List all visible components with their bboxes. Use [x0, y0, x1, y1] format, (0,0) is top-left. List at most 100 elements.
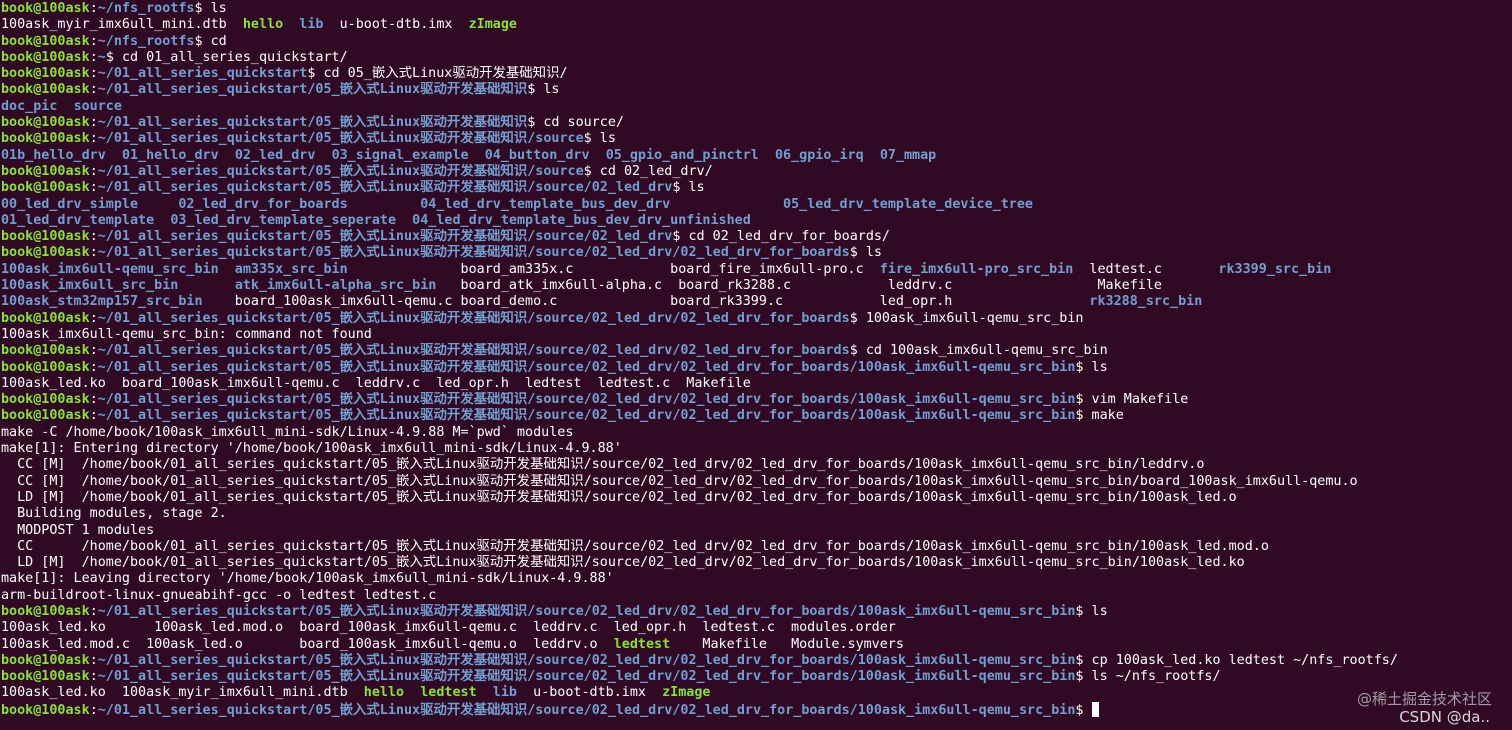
- prompt-symbol: $: [194, 33, 211, 49]
- output-text: 100ask_led.ko 100ask_led.mod.o board_100…: [1, 620, 896, 636]
- prompt-line: book@100ask:~/01_all_series_quickstart/0…: [1, 245, 1511, 261]
- prompt-user: book@100ask: [1, 229, 90, 245]
- command-text: ls: [1091, 359, 1108, 375]
- executable-entry: zImage: [468, 17, 517, 33]
- prompt-line: book@100ask:~/01_all_series_quickstart/0…: [1, 408, 1511, 424]
- directory-entry: rk3399_src_bin: [1218, 261, 1332, 277]
- directory-entry: 100ask_stm32mp157_src_bin: [1, 294, 203, 310]
- directory-entry: source: [73, 98, 122, 114]
- prompt-separator: :: [89, 115, 98, 131]
- output-text: make -C /home/book/100ask_imx6ull_mini-s…: [1, 424, 574, 440]
- prompt-symbol: $: [1075, 652, 1092, 668]
- output-text: 100ask_led.ko 100ask_myir_imx6ull_mini.d…: [1, 685, 364, 701]
- output-line: 01_led_drv_template 03_led_drv_template_…: [1, 213, 1511, 229]
- prompt-path: ~/nfs_rootfs: [97, 33, 195, 49]
- directory-entry: lib: [492, 685, 517, 701]
- prompt-line: book@100ask:~/01_all_series_quickstart/0…: [1, 229, 1511, 245]
- prompt-separator: :: [89, 229, 98, 245]
- output-line: MODPOST 1 modules: [1, 523, 1511, 539]
- prompt-path: ~/01_all_series_quickstart/05_嵌入式Linux驱动…: [97, 702, 1076, 718]
- prompt-line: book@100ask:~/01_all_series_quickstart/0…: [1, 115, 1511, 131]
- text-cursor[interactable]: [1091, 701, 1099, 717]
- directory-entry: 01_led_drv_template: [1, 212, 155, 228]
- output-line: CC [M] /home/book/01_all_series_quicksta…: [1, 457, 1511, 473]
- output-line: 100ask_stm32mp157_src_bin board_100ask_i…: [1, 294, 1511, 310]
- output-text: board_demo.c: [460, 294, 558, 310]
- command-text: cd 02_led_drv/: [599, 163, 713, 179]
- watermark: @稀土掘金技术社区 CSDN @da..: [1357, 690, 1492, 726]
- prompt-path: ~/01_all_series_quickstart/05_嵌入式Linux驱动…: [97, 392, 1076, 408]
- prompt-path: ~/01_all_series_quickstart/05_嵌入式Linux驱动…: [97, 245, 850, 261]
- output-text: 100ask_myir_imx6ull_mini.dtb: [1, 17, 227, 33]
- output-text: led_opr.h: [879, 294, 953, 310]
- prompt-line: book@100ask:~/nfs_rootfs$ ls: [1, 1, 1511, 17]
- output-text: u-boot-dtb.imx: [339, 17, 453, 33]
- directory-entry: rk3288_src_bin: [1089, 294, 1203, 310]
- command-text: cd 01_all_series_quickstart/: [121, 49, 348, 65]
- output-line: 100ask_imx6ull-qemu_src_bin: command not…: [1, 327, 1511, 343]
- output-text: make[1]: Leaving directory '/home/book/1…: [1, 571, 614, 587]
- output-text: LD [M] /home/book/01_all_series_quicksta…: [1, 489, 1237, 505]
- prompt-line: book@100ask:~/01_all_series_quickstart/0…: [1, 669, 1511, 685]
- command-text: cp 100ask_led.ko ledtest ~/nfs_rootfs/: [1091, 652, 1398, 668]
- command-text: ls: [210, 1, 227, 16]
- prompt-path: ~/01_all_series_quickstart/05_嵌入式Linux驱动…: [97, 408, 1076, 424]
- output-line: LD [M] /home/book/01_all_series_quicksta…: [1, 555, 1511, 571]
- prompt-path: ~/01_all_series_quickstart/05_嵌入式Linux驱动…: [97, 359, 1076, 375]
- prompt-line: book@100ask:~/01_all_series_quickstart$ …: [1, 66, 1511, 82]
- output-line: 00_led_drv_simple 02_led_drv_for_boards …: [1, 197, 1511, 213]
- directory-entry: 03_led_drv_template_seperate: [170, 212, 397, 228]
- output-text: make[1]: Entering directory '/home/book/…: [1, 441, 622, 457]
- directory-entry: 100ask_imx6ull_src_bin: [1, 278, 179, 294]
- prompt-user: book@100ask: [1, 163, 90, 179]
- command-text: cd: [210, 33, 227, 49]
- output-line: make[1]: Entering directory '/home/book/…: [1, 441, 1511, 457]
- prompt-symbol: $: [1075, 603, 1092, 619]
- prompt-path: ~/01_all_series_quickstart/05_嵌入式Linux驱动…: [97, 131, 584, 147]
- directory-entry: 01b_hello_drv: [1, 147, 106, 163]
- prompt-symbol: $: [1075, 392, 1092, 408]
- prompt-user: book@100ask: [1, 652, 90, 668]
- prompt-line: book@100ask:~$ cd 01_all_series_quicksta…: [1, 50, 1511, 66]
- prompt-line: book@100ask:~/01_all_series_quickstart/0…: [1, 343, 1511, 359]
- output-text: u-boot-dtb.imx: [533, 685, 646, 701]
- output-line: make -C /home/book/100ask_imx6ull_mini-s…: [1, 425, 1511, 441]
- directory-entry: 05_led_drv_template_device_tree: [783, 196, 1033, 212]
- prompt-symbol: $: [527, 82, 544, 98]
- output-text: 100ask_imx6ull-qemu_src_bin: command not…: [1, 326, 372, 342]
- command-text: ls: [599, 131, 616, 147]
- prompt-line: book@100ask:~/01_all_series_quickstart/0…: [1, 360, 1511, 376]
- executable-entry: hello: [363, 685, 405, 701]
- output-line: 100ask_led.ko 100ask_led.mod.o board_100…: [1, 620, 1511, 636]
- prompt-symbol: $: [1075, 408, 1092, 424]
- prompt-separator: :: [89, 359, 98, 375]
- command-text: make: [1091, 408, 1124, 424]
- prompt-user: book@100ask: [1, 245, 90, 261]
- prompt-symbol: $: [194, 1, 211, 16]
- prompt-symbol: $: [307, 66, 324, 82]
- directory-entry: 100ask_imx6ull-qemu_src_bin: [1, 261, 219, 277]
- prompt-symbol: $: [583, 131, 600, 147]
- terminal-window[interactable]: book@100ask:~/nfs_rootfs$ ls 100ask_myir_…: [1, 1, 1511, 718]
- prompt-line: book@100ask:~/01_all_series_quickstart/0…: [1, 311, 1511, 327]
- output-line: arm-buildroot-linux-gnueabihf-gcc -o led…: [1, 588, 1511, 604]
- command-text: cd 05_嵌入式Linux驱动开发基础知识/: [323, 66, 568, 82]
- prompt-separator: :: [89, 343, 98, 359]
- prompt-separator: :: [89, 33, 98, 49]
- output-line: Building modules, stage 2.: [1, 506, 1511, 522]
